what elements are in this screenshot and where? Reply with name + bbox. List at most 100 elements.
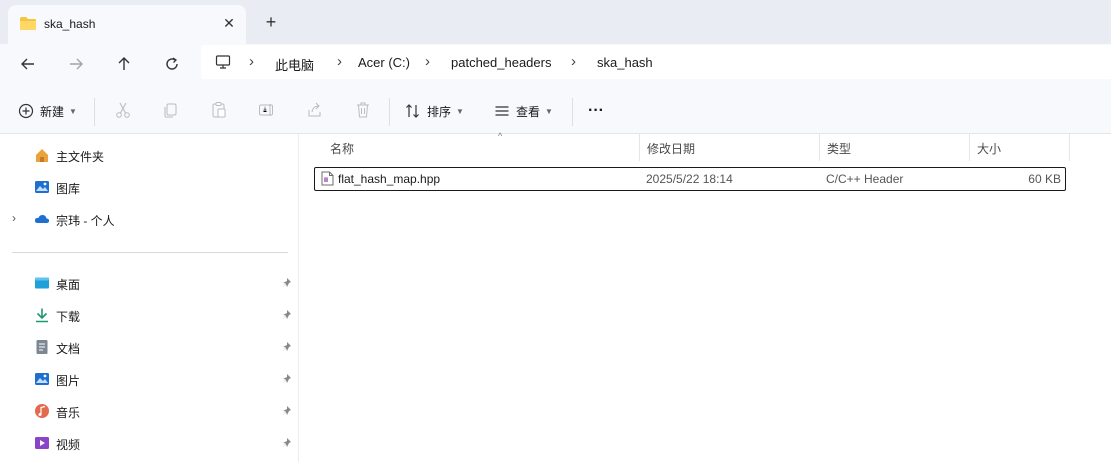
sidebar-item-label: 桌面 [56,278,81,292]
pin-icon[interactable] [281,437,293,449]
sidebar-item-label: 文档 [56,342,81,356]
sidebar-item-documents[interactable]: 文档 [0,335,298,359]
address-bar[interactable]: › 此电脑 › Acer (C:) › patched_headers › sk… [201,45,1111,79]
sidebar-item-label: 宗玮 - 个人 [56,214,115,228]
sort-icon [406,104,419,118]
up-button[interactable] [112,54,136,78]
view-list-icon [495,106,509,116]
close-tab-icon[interactable]: ✕ [219,13,239,33]
column-header-label: 名称 [330,142,355,156]
file-type: C/C++ Header [826,172,904,186]
cut-icon[interactable] [114,101,132,119]
plus-circle-icon [18,103,34,119]
pictures-icon [34,371,50,387]
column-header-size[interactable]: 大小 [969,134,1069,161]
file-name: flat_hash_map.hpp [338,172,441,186]
toolbar-divider [94,98,95,126]
pin-icon[interactable] [281,341,293,353]
gallery-icon [34,179,50,195]
onedrive-cloud-icon [34,211,50,227]
pin-icon[interactable] [281,309,293,321]
navigation-pane: 主文件夹 图库 › 宗玮 - 个人 桌面 下载 文档 图片 音乐 视频 [0,134,299,462]
breadcrumb-separator-icon: › [249,53,254,70]
breadcrumb-ska-hash[interactable]: ska_hash [597,55,653,70]
more-options-icon: ··· [588,102,604,119]
pin-icon[interactable] [281,405,293,417]
more-options-button[interactable]: ··· [588,100,604,122]
chevron-down-icon: ▼ [456,106,464,116]
videos-icon [34,435,50,451]
computer-icon [215,54,231,73]
sidebar-item-onedrive[interactable]: › 宗玮 - 个人 [0,207,298,231]
copy-icon[interactable] [162,101,180,119]
sidebar-item-videos[interactable]: 视频 [0,431,298,455]
pin-icon[interactable] [281,373,293,385]
column-header-modified[interactable]: 修改日期 [639,134,819,161]
music-icon [34,403,50,419]
sort-ascending-icon: ^ [498,131,503,141]
new-button-label: 新建 [40,104,65,119]
desktop-icon [34,275,50,291]
folder-icon [19,16,37,34]
cpp-header-file-icon [321,171,334,189]
column-header-label: 大小 [977,142,1002,156]
column-divider[interactable] [1069,134,1070,161]
download-icon [34,307,50,323]
navigation-bar: › 此电脑 › Acer (C:) › patched_headers › sk… [0,44,1111,88]
sort-button[interactable]: 排序 ▼ [405,100,464,122]
column-header-label: 修改日期 [647,142,696,156]
sidebar-item-downloads[interactable]: 下载 [0,303,298,327]
column-header-type[interactable]: 类型 [819,134,969,161]
sidebar-item-home[interactable]: 主文件夹 [0,143,298,167]
sidebar-item-label: 图片 [56,374,81,388]
breadcrumb-separator-icon: › [425,53,430,70]
view-button[interactable]: 查看 ▼ [494,100,553,122]
breadcrumb-separator-icon: › [571,53,576,70]
sidebar-item-label: 下载 [56,310,81,324]
file-modified-date: 2025/5/22 18:14 [646,172,733,186]
refresh-button[interactable] [160,54,184,78]
arrow-up-icon [118,57,130,70]
toolbar-divider [389,98,390,126]
share-icon[interactable] [306,101,324,119]
breadcrumb-drive-c[interactable]: Acer (C:) [358,55,410,70]
sidebar-item-gallery[interactable]: 图库 [0,175,298,199]
sidebar-item-desktop[interactable]: 桌面 [0,271,298,295]
chevron-down-icon: ▼ [69,106,77,116]
table-row[interactable]: flat_hash_map.hpp 2025/5/22 18:14 C/C++ … [314,167,1066,191]
sidebar-item-label: 主文件夹 [56,150,105,164]
sort-button-label: 排序 [427,104,452,119]
sidebar-item-music[interactable]: 音乐 [0,399,298,423]
sidebar-item-pictures[interactable]: 图片 [0,367,298,391]
chevron-right-icon[interactable]: › [12,211,16,225]
breadcrumb-this-pc[interactable]: 此电脑 [275,55,314,74]
refresh-icon [166,57,178,70]
sidebar-divider [12,252,288,253]
toolbar-divider [572,98,573,126]
forward-button[interactable] [64,54,88,78]
arrow-right-icon [70,58,83,70]
tab-ska-hash[interactable]: ska_hash ✕ [8,5,246,44]
view-button-label: 查看 [516,104,541,119]
title-bar: ska_hash ✕ + [0,0,1111,44]
command-bar: 新建 ▼ 排序 ▼ 查看 ▼ ··· [0,88,1111,134]
paste-icon[interactable] [210,101,228,119]
documents-icon [34,339,50,355]
new-button[interactable]: 新建 ▼ [18,100,77,122]
sidebar-item-label: 图库 [56,182,81,196]
back-button[interactable] [16,54,40,78]
breadcrumb-separator-icon: › [337,53,342,70]
delete-icon[interactable] [354,101,372,119]
breadcrumb-patched-headers[interactable]: patched_headers [451,55,551,70]
file-list: 名称 ^ 修改日期 类型 大小 flat_hash_map.hpp 2025/5… [299,131,1111,462]
file-size: 60 KB [1028,172,1061,186]
tab-title: ska_hash [44,17,96,31]
arrow-left-icon [21,58,34,70]
chevron-down-icon: ▼ [545,106,553,116]
column-header-name[interactable]: 名称 ^ [322,131,640,161]
column-header-label: 类型 [827,142,852,156]
home-icon [34,147,50,163]
new-tab-button[interactable]: + [260,11,282,33]
rename-icon[interactable] [258,101,276,119]
pin-icon[interactable] [281,277,293,289]
